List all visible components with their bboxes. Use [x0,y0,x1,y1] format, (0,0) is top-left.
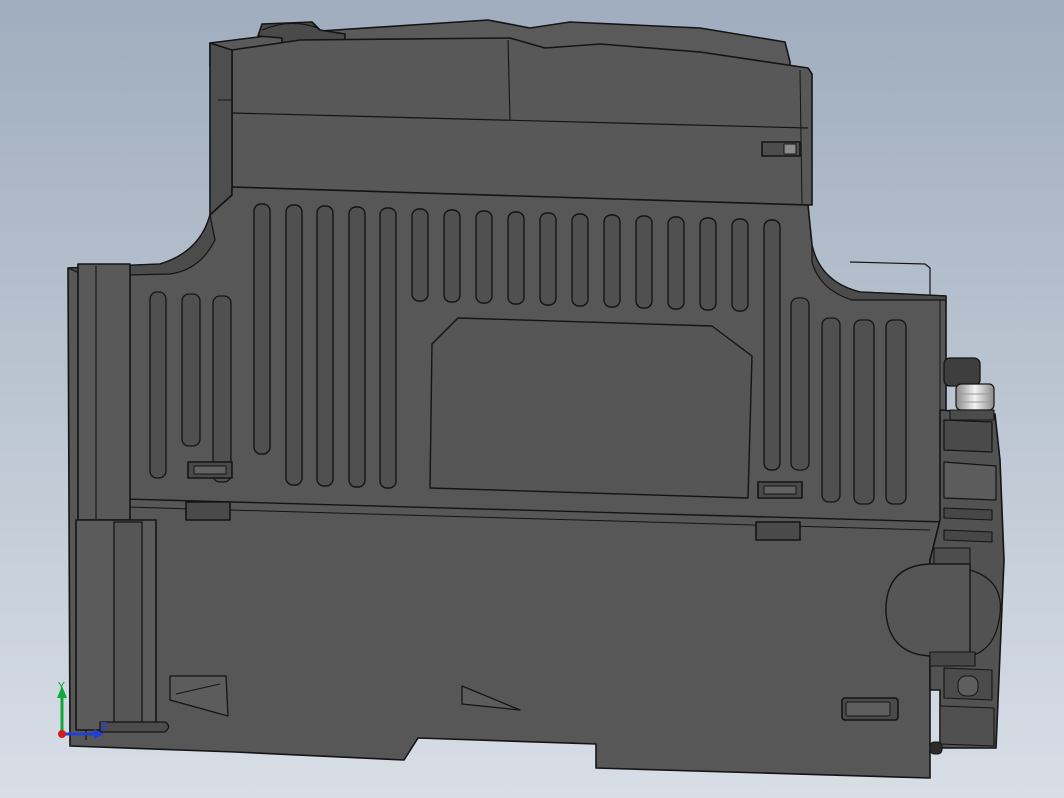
cad-viewport[interactable]: Y Z [0,0,1064,798]
axis-origin [58,730,66,738]
lower-tab-right [755,521,801,541]
model-canvas[interactable]: Y Z [0,0,1064,798]
left-foot-pin [99,721,170,733]
lower-tab-left [185,501,231,521]
round-connector [885,563,971,657]
axis-z-label: Z [100,720,108,733]
left-rail-upper [77,263,131,521]
upper-cover [231,37,813,206]
upper-cover-side [209,42,233,216]
axis-y-label: Y [57,680,65,693]
label-recess-panel [429,317,753,499]
